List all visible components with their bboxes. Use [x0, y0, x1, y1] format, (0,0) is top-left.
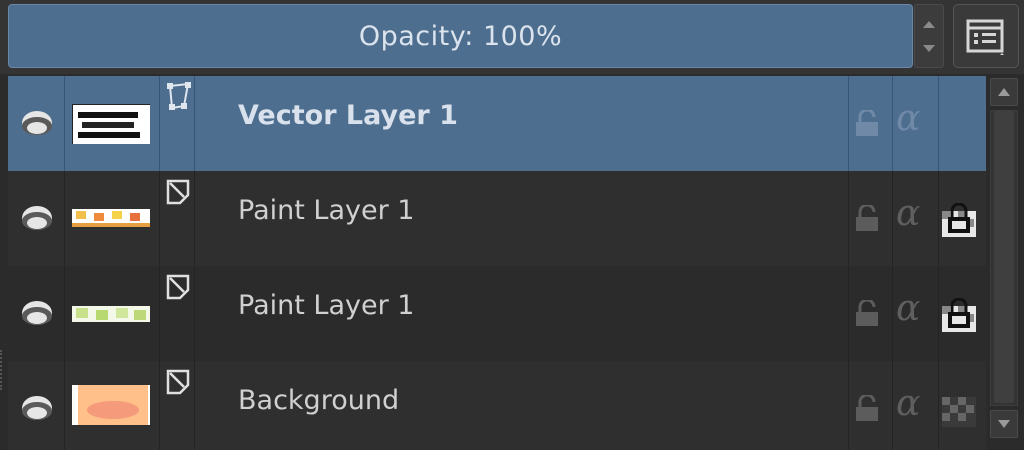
- inherit-alpha-icon[interactable]: [940, 203, 978, 239]
- opacity-label: Opacity:: [358, 20, 474, 52]
- alpha-lock-icon[interactable]: α: [896, 193, 920, 234]
- lock-icon[interactable]: [854, 205, 880, 233]
- alpha-lock-icon[interactable]: α: [896, 383, 920, 424]
- layer-thumbnail: [72, 385, 150, 425]
- layer-row[interactable]: Paint Layer 1 α: [8, 171, 986, 266]
- layer-list: Vector Layer 1 α Paint Layer 1 α Paint L…: [8, 76, 986, 450]
- resize-grip[interactable]: [0, 350, 5, 390]
- layer-row[interactable]: Background α: [8, 361, 986, 450]
- opacity-value: 100%: [482, 20, 563, 52]
- layer-thumbnail: [72, 306, 150, 322]
- scroll-down-arrow-icon: [998, 420, 1010, 428]
- spin-up-arrow[interactable]: [923, 21, 935, 28]
- vector-layer-icon: [167, 82, 191, 110]
- scroll-handle[interactable]: [994, 111, 1014, 403]
- paint-layer-icon: [166, 179, 190, 205]
- eye-icon[interactable]: [20, 106, 54, 138]
- layer-row[interactable]: Paint Layer 1 α: [8, 266, 986, 361]
- layer-name[interactable]: Paint Layer 1: [238, 290, 414, 321]
- opacity-slider[interactable]: Opacity: 100%: [8, 4, 913, 68]
- layers-toolbar: Opacity: 100%: [0, 0, 1024, 74]
- eye-icon[interactable]: [20, 296, 54, 328]
- inherit-alpha-icon[interactable]: [940, 298, 978, 334]
- scroll-down-button[interactable]: [990, 410, 1018, 438]
- layer-thumbnail: [72, 209, 150, 227]
- layer-list-scrollbar[interactable]: [988, 76, 1020, 450]
- layer-name[interactable]: Background: [238, 385, 399, 416]
- paint-layer-icon: [166, 369, 190, 395]
- lock-icon[interactable]: [854, 395, 880, 423]
- spin-down-arrow[interactable]: [923, 45, 935, 52]
- lock-icon[interactable]: [854, 300, 880, 328]
- spin-up-down-icon[interactable]: [914, 4, 944, 68]
- inherit-alpha-icon[interactable]: [940, 393, 978, 429]
- alpha-lock-icon[interactable]: α: [896, 98, 920, 139]
- scroll-track[interactable]: [990, 110, 1018, 406]
- layer-options-icon: [966, 19, 1004, 55]
- lock-icon[interactable]: [854, 110, 880, 138]
- eye-icon[interactable]: [20, 391, 54, 423]
- paint-layer-icon: [166, 274, 190, 300]
- scroll-up-arrow-icon: [998, 88, 1010, 96]
- scroll-up-button[interactable]: [990, 78, 1018, 106]
- layer-thumbnail: [72, 104, 150, 144]
- layer-name[interactable]: Vector Layer 1: [238, 100, 458, 131]
- layer-name[interactable]: Paint Layer 1: [238, 195, 414, 226]
- layer-row[interactable]: Vector Layer 1 α: [8, 76, 986, 171]
- alpha-lock-icon[interactable]: α: [896, 288, 920, 329]
- layer-options-button[interactable]: [953, 4, 1019, 68]
- eye-icon[interactable]: [20, 201, 54, 233]
